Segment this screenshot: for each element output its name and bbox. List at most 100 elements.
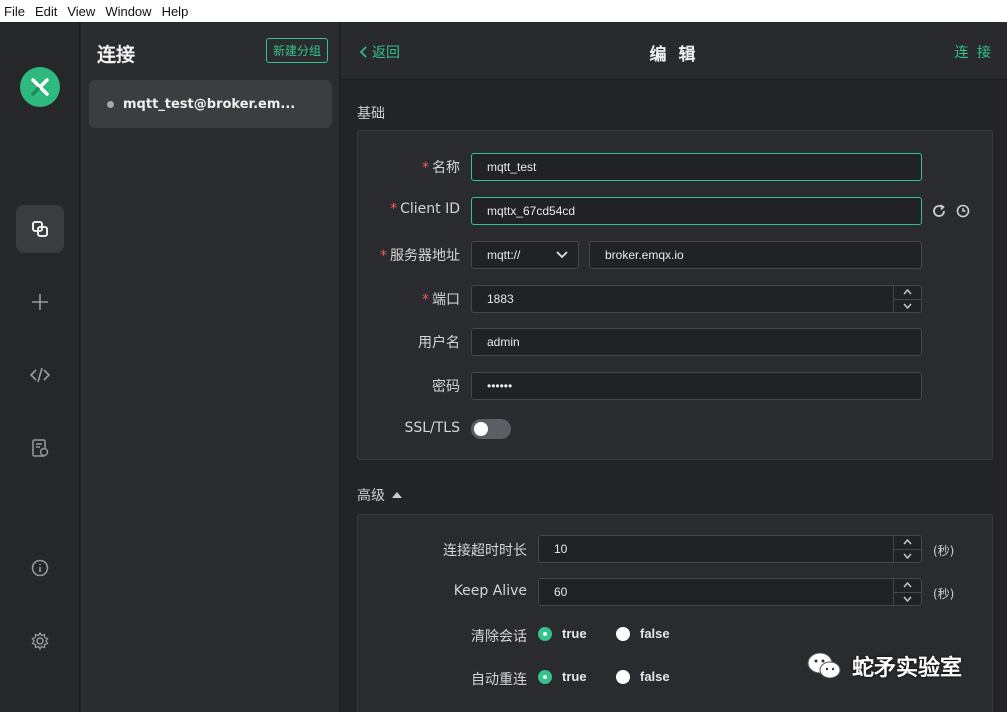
edit-connection-main: 返回 编 辑 连 接 基础 * 名称 mqtt_test * Client ID m…	[341, 22, 1007, 712]
clock-icon[interactable]	[955, 203, 971, 219]
reconnect-true-radio[interactable]: true	[538, 669, 587, 684]
about-nav-button[interactable]	[16, 544, 64, 592]
keepalive-unit: (秒)	[933, 587, 955, 601]
host-input[interactable]: broker.emqx.io	[589, 241, 922, 269]
settings-nav-button[interactable]	[16, 617, 64, 665]
connection-list-title: 连接	[97, 44, 136, 66]
username-input[interactable]: admin	[471, 328, 922, 356]
connections-icon	[32, 221, 48, 237]
info-icon	[31, 559, 49, 577]
chevron-down-icon	[903, 596, 912, 602]
menu-file[interactable]: File	[4, 4, 25, 19]
client-id-label: * Client ID	[390, 201, 460, 217]
new-connection-nav-button[interactable]	[16, 278, 64, 326]
timeout-unit: (秒)	[933, 544, 955, 558]
port-increment[interactable]	[894, 286, 921, 300]
keepalive-value: 60	[554, 585, 568, 599]
page-title: 编 辑	[649, 45, 699, 65]
name-input[interactable]: mqtt_test	[471, 153, 922, 181]
menu-window[interactable]: Window	[105, 4, 151, 19]
radio-unchecked-icon	[616, 626, 630, 641]
radio-unchecked-icon	[616, 669, 630, 684]
connection-item[interactable]: mqtt_test@broker.em...	[89, 80, 332, 128]
menubar: File Edit View Window Help	[0, 0, 1007, 22]
menu-view[interactable]: View	[67, 4, 95, 19]
reconnect-label: 自动重连	[471, 672, 527, 688]
keepalive-label: Keep Alive	[453, 583, 527, 599]
port-stepper[interactable]	[893, 286, 921, 312]
gear-icon	[31, 631, 49, 651]
ssl-label: SSL/TLS	[404, 420, 460, 436]
client-id-input[interactable]: mqttx_67cd54cd	[471, 197, 922, 225]
connection-status-dot	[107, 100, 114, 108]
caret-up-icon	[392, 492, 402, 498]
left-rail	[0, 22, 80, 712]
password-input[interactable]: ••••••	[471, 372, 922, 400]
clean-session-false-label: false	[640, 626, 670, 641]
clean-session-false-radio[interactable]: false	[616, 626, 670, 641]
chevron-up-icon	[903, 582, 912, 588]
name-label-text: 名称	[432, 160, 460, 176]
advanced-section-title: 高级	[357, 488, 385, 504]
clean-session-true-label: true	[562, 626, 587, 641]
clean-session-label: 清除会话	[471, 629, 527, 645]
host-label-text: 服务器地址	[390, 248, 460, 264]
clean-session-true-radio[interactable]: true	[538, 626, 587, 641]
timeout-input[interactable]: 10	[538, 535, 922, 563]
log-icon	[32, 439, 49, 457]
reconnect-false-radio[interactable]: false	[616, 669, 670, 684]
name-label: * 名称	[422, 160, 460, 176]
basic-section-label: 基础	[357, 103, 385, 123]
radio-checked-icon	[538, 626, 552, 641]
ssl-toggle-knob	[474, 422, 488, 436]
keepalive-decrement[interactable]	[894, 593, 921, 606]
port-label: * 端口	[422, 292, 460, 308]
port-label-text: 端口	[432, 292, 460, 308]
log-nav-button[interactable]	[16, 424, 64, 472]
code-icon	[30, 367, 50, 383]
mqttx-logo-icon	[20, 67, 60, 107]
timeout-increment[interactable]	[894, 536, 921, 550]
chevron-down-icon	[903, 303, 912, 309]
timeout-decrement[interactable]	[894, 550, 921, 563]
basic-section-title: 基础	[357, 106, 385, 122]
chevron-up-icon	[903, 289, 912, 295]
timeout-label: 连接超时时长	[443, 543, 527, 559]
reconnect-true-label: true	[562, 669, 587, 684]
keepalive-stepper[interactable]	[893, 579, 921, 605]
timeout-value: 10	[554, 542, 568, 556]
chevron-down-icon	[903, 553, 912, 559]
port-decrement[interactable]	[894, 300, 921, 313]
edit-header: 返回 编 辑 连 接	[341, 22, 1007, 80]
connection-list-panel: 连接 新建分组 mqtt_test@broker.em...	[81, 22, 340, 712]
timeout-stepper[interactable]	[893, 536, 921, 562]
watermark-text: 蛇矛实验室	[852, 656, 963, 681]
password-label: 密码	[432, 379, 460, 395]
client-id-label-text: Client ID	[400, 201, 460, 217]
username-label: 用户名	[418, 335, 460, 351]
port-input[interactable]: 1883	[471, 285, 922, 313]
connect-button[interactable]: 连 接	[955, 42, 993, 62]
ssl-toggle[interactable]	[471, 419, 511, 439]
wechat-watermark: 蛇矛实验室	[806, 650, 962, 682]
keepalive-increment[interactable]	[894, 579, 921, 593]
wechat-icon	[807, 652, 841, 679]
refresh-icon[interactable]	[931, 203, 947, 219]
new-group-button[interactable]: 新建分组	[266, 38, 328, 63]
keepalive-input[interactable]: 60	[538, 578, 922, 606]
chevron-up-icon	[903, 539, 912, 545]
advanced-settings-card: 连接超时时长 10 (秒) Keep Alive 60 (秒) 清除会话 tru…	[357, 514, 993, 712]
radio-checked-icon	[538, 669, 552, 684]
advanced-section-label[interactable]: 高级	[357, 485, 403, 505]
host-label: * 服务器地址	[380, 248, 460, 264]
basic-settings-card: * 名称 mqtt_test * Client ID mqttx_67cd54cd …	[357, 130, 993, 460]
protocol-select[interactable]: mqtt://	[471, 241, 579, 269]
connections-nav-button[interactable]	[16, 205, 64, 253]
plus-icon	[32, 294, 48, 310]
menu-help[interactable]: Help	[162, 4, 189, 19]
chevron-down-icon	[556, 251, 568, 259]
script-nav-button[interactable]	[16, 351, 64, 399]
connection-name: mqtt_test@broker.em...	[123, 96, 296, 112]
reconnect-false-label: false	[640, 669, 670, 684]
menu-edit[interactable]: Edit	[35, 4, 57, 19]
